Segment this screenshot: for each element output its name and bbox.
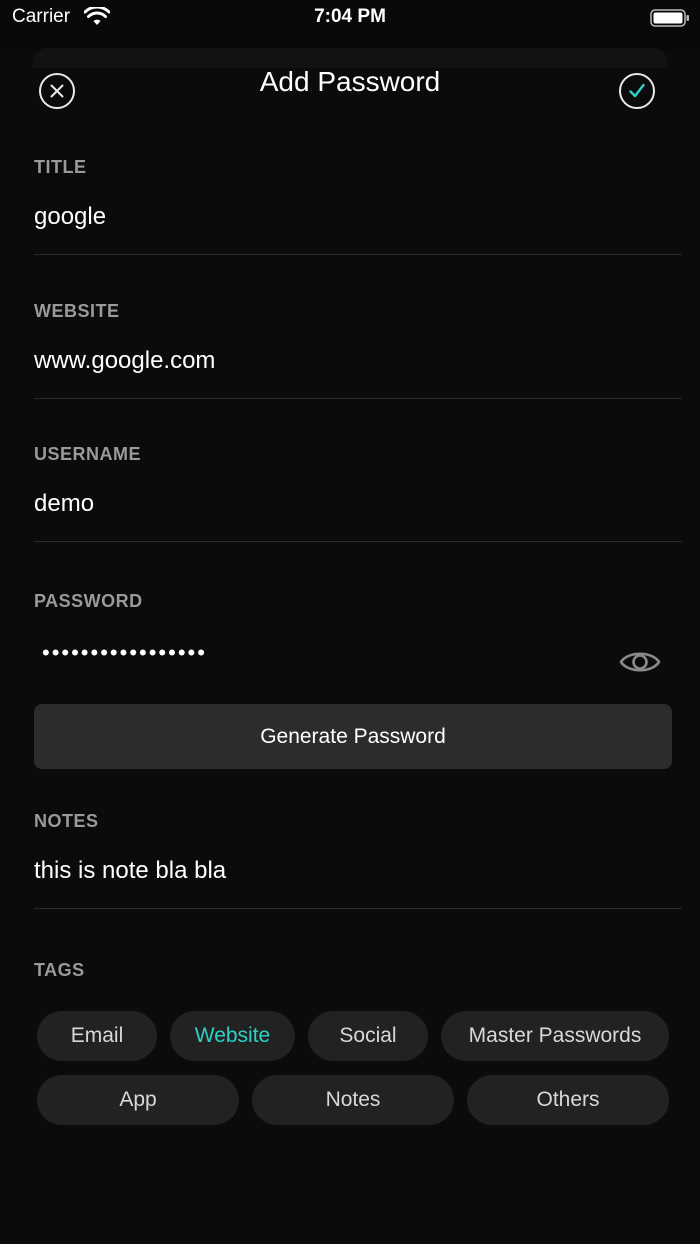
divider bbox=[34, 908, 682, 909]
website-label: WEBSITE bbox=[34, 301, 120, 321]
password-field[interactable]: ••••••••••••••••• bbox=[42, 640, 207, 666]
notes-label: NOTES bbox=[34, 811, 99, 831]
sheet-top-edge bbox=[33, 48, 667, 68]
divider bbox=[34, 254, 682, 255]
password-label: PASSWORD bbox=[34, 591, 143, 611]
page-title: Add Password bbox=[259, 66, 441, 97]
tag-others[interactable]: Others bbox=[467, 1075, 669, 1125]
title-label: TITLE bbox=[34, 157, 87, 177]
tag-website[interactable]: Website bbox=[170, 1011, 295, 1061]
eye-icon[interactable] bbox=[618, 644, 662, 680]
divider bbox=[34, 541, 682, 542]
tag-social[interactable]: Social bbox=[308, 1011, 428, 1061]
title-field[interactable]: google bbox=[34, 203, 106, 231]
website-field[interactable]: www.google.com bbox=[34, 347, 215, 375]
status-bar: Carrier 7:04 PM bbox=[0, 0, 700, 36]
checkmark-icon bbox=[629, 83, 645, 98]
username-label: USERNAME bbox=[34, 444, 142, 464]
tag-master-passwords[interactable]: Master Passwords bbox=[441, 1011, 669, 1061]
tag-email[interactable]: Email bbox=[37, 1011, 157, 1061]
divider bbox=[34, 398, 682, 399]
tag-notes[interactable]: Notes bbox=[252, 1075, 454, 1125]
generate-password-button[interactable]: Generate Password bbox=[34, 704, 672, 769]
battery-icon bbox=[650, 9, 689, 27]
save-button[interactable] bbox=[619, 73, 655, 109]
notes-field[interactable]: this is note bla bla bbox=[34, 857, 226, 885]
username-field[interactable]: demo bbox=[34, 490, 94, 518]
tag-app[interactable]: App bbox=[37, 1075, 239, 1125]
status-time: 7:04 PM bbox=[314, 6, 386, 27]
tags-label: TAGS bbox=[34, 960, 85, 980]
